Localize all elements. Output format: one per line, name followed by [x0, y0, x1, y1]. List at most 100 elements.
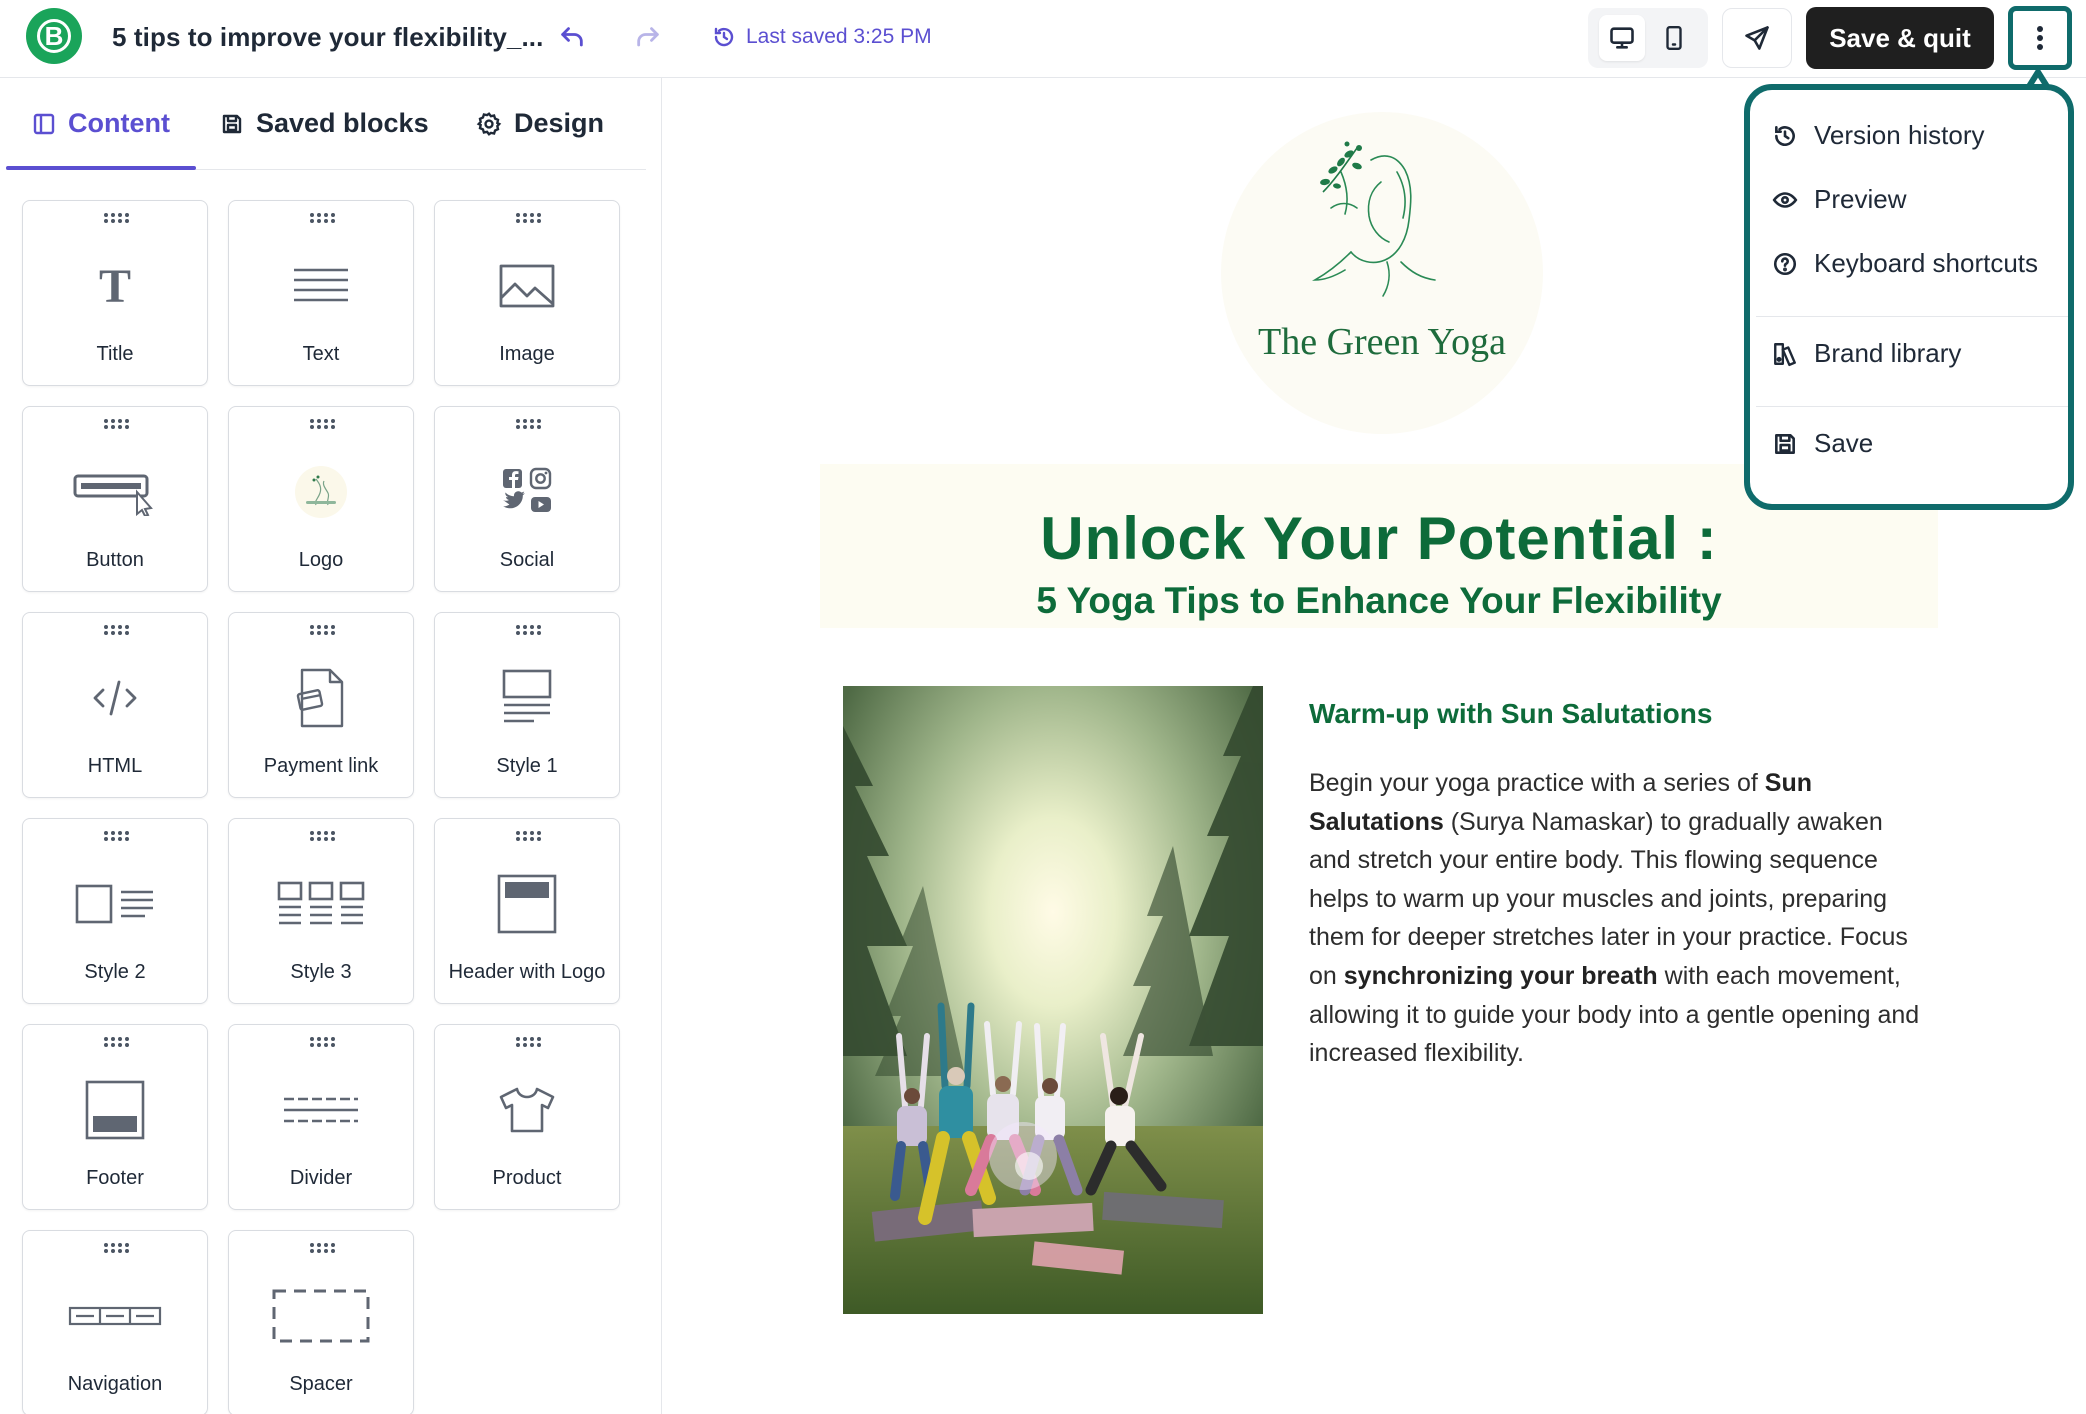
block-label: Button	[86, 549, 144, 571]
redo-button[interactable]	[630, 20, 666, 56]
payment-link-icon	[229, 663, 413, 733]
brand-library-icon	[1774, 342, 1796, 366]
undo-icon	[561, 27, 583, 47]
style-2-icon	[23, 869, 207, 939]
yoga-figure-illustration	[1311, 141, 1436, 297]
drag-handle-icon	[104, 831, 129, 841]
save-icon	[1775, 433, 1795, 454]
menu-item-label: Keyboard shortcuts	[1814, 248, 2039, 278]
document-title[interactable]: 5 tips to improve your flexibility_...	[112, 22, 543, 53]
menu-item-preview[interactable]: Preview	[1772, 184, 1906, 215]
last-saved-text: Last saved 3:25 PM	[746, 25, 932, 48]
sidebar-tabs: Content Saved blocks Design	[6, 78, 646, 170]
active-tab-indicator	[6, 166, 196, 170]
block-social[interactable]: Social	[434, 406, 620, 592]
drag-handle-icon	[104, 1243, 129, 1253]
social-icon	[435, 457, 619, 527]
drag-handle-icon	[516, 831, 541, 841]
header-with-logo-icon	[435, 869, 619, 939]
menu-item-label: Preview	[1814, 184, 1907, 214]
drag-handle-icon	[104, 1037, 129, 1047]
eye-icon	[1772, 191, 1798, 208]
block-label: Navigation	[67, 1373, 163, 1395]
block-navigation[interactable]: Navigation	[22, 1230, 208, 1414]
block-label: Text	[302, 343, 340, 365]
menu-item-label: Brand library	[1814, 338, 1962, 368]
more-options-button[interactable]	[2008, 6, 2072, 70]
drag-handle-icon	[104, 419, 129, 429]
block-payment-link[interactable]: Payment link	[228, 612, 414, 798]
block-label: HTML	[87, 755, 143, 777]
block-style-1[interactable]: Style 1	[434, 612, 620, 798]
tab-design[interactable]: Design	[476, 108, 604, 139]
menu-item-keyboard-shortcuts[interactable]: Keyboard shortcuts	[1772, 248, 2038, 279]
layout-icon	[33, 113, 55, 134]
drag-handle-icon	[516, 419, 541, 429]
menu-item-version-history[interactable]: Version history	[1772, 120, 1985, 151]
menu-item-brand-library[interactable]: Brand library	[1772, 338, 1961, 369]
navigation-icon	[23, 1281, 207, 1351]
question-icon	[1773, 252, 1797, 275]
block-logo[interactable]: Logo	[228, 406, 414, 592]
block-label: Social	[499, 549, 555, 571]
text-icon	[229, 251, 413, 321]
block-title[interactable]: T Title	[22, 200, 208, 386]
block-label: Footer	[86, 1167, 144, 1189]
tab-saved-blocks-label: Saved blocks	[256, 108, 429, 138]
save-icon	[222, 114, 242, 133]
yoga-group-outdoor-image	[843, 686, 1263, 1314]
brand-name: The Green Yoga	[1257, 321, 1506, 363]
block-text[interactable]: Text	[228, 200, 414, 386]
drag-handle-icon	[310, 1243, 335, 1253]
section-body[interactable]: Begin your yoga practice with a series o…	[1309, 764, 1929, 1073]
send-test-button[interactable]	[1722, 8, 1792, 68]
block-footer[interactable]: Footer	[22, 1024, 208, 1210]
menu-item-save[interactable]: Save	[1772, 428, 1873, 459]
block-label: Image	[499, 343, 555, 365]
divider-icon	[229, 1075, 413, 1145]
desktop-view-button[interactable]	[1599, 15, 1645, 61]
block-label: Style 1	[496, 755, 558, 777]
hero-title[interactable]: Unlock Your Potential :	[820, 504, 1938, 573]
mobile-view-button[interactable]	[1651, 15, 1697, 61]
block-spacer[interactable]: Spacer	[228, 1230, 414, 1414]
block-image[interactable]: Image	[434, 200, 620, 386]
drag-handle-icon	[516, 625, 541, 635]
gear-icon	[476, 111, 502, 136]
drag-handle-icon	[310, 419, 335, 429]
block-label: Spacer	[289, 1373, 353, 1395]
save-and-quit-button[interactable]: Save & quit	[1806, 7, 1994, 69]
block-style-3[interactable]: Style 3	[228, 818, 414, 1004]
block-divider[interactable]: Divider	[228, 1024, 414, 1210]
menu-item-label: Save	[1814, 428, 1874, 458]
history-icon	[1775, 125, 1795, 146]
footer-icon	[23, 1075, 207, 1145]
redo-icon	[637, 27, 659, 47]
style-3-icon	[229, 869, 413, 939]
drag-handle-icon	[104, 213, 129, 223]
hero-subtitle[interactable]: 5 Yoga Tips to Enhance Your Flexibility	[820, 580, 1938, 622]
block-label: Style 2	[84, 961, 146, 983]
block-header-with-logo[interactable]: Header with Logo	[434, 818, 620, 1004]
app-logo[interactable]: B	[26, 8, 82, 64]
block-product[interactable]: Product	[434, 1024, 620, 1210]
block-button[interactable]: Button	[22, 406, 208, 592]
block-html[interactable]: HTML	[22, 612, 208, 798]
yoga-photo[interactable]	[843, 686, 1263, 1314]
last-saved-status[interactable]: Last saved 3:25 PM	[712, 25, 932, 49]
tab-content[interactable]: Content	[32, 108, 170, 139]
image-icon	[435, 251, 619, 321]
style-1-icon	[435, 663, 619, 733]
drag-handle-icon	[310, 1037, 335, 1047]
section-heading[interactable]: Warm-up with Sun Salutations	[1309, 698, 1712, 730]
tab-saved-blocks[interactable]: Saved blocks	[220, 108, 429, 139]
block-label: Divider	[289, 1167, 353, 1189]
section-body-bold-2: synchronizing your breath	[1343, 961, 1658, 990]
block-style-2[interactable]: Style 2	[22, 818, 208, 1004]
logo-icon	[229, 457, 413, 527]
tab-design-label: Design	[514, 108, 605, 138]
spacer-icon	[229, 1281, 413, 1351]
undo-button[interactable]	[554, 20, 590, 56]
brand-logo[interactable]: The Green Yoga	[1221, 112, 1543, 434]
block-label: Header with Logo	[448, 961, 606, 983]
